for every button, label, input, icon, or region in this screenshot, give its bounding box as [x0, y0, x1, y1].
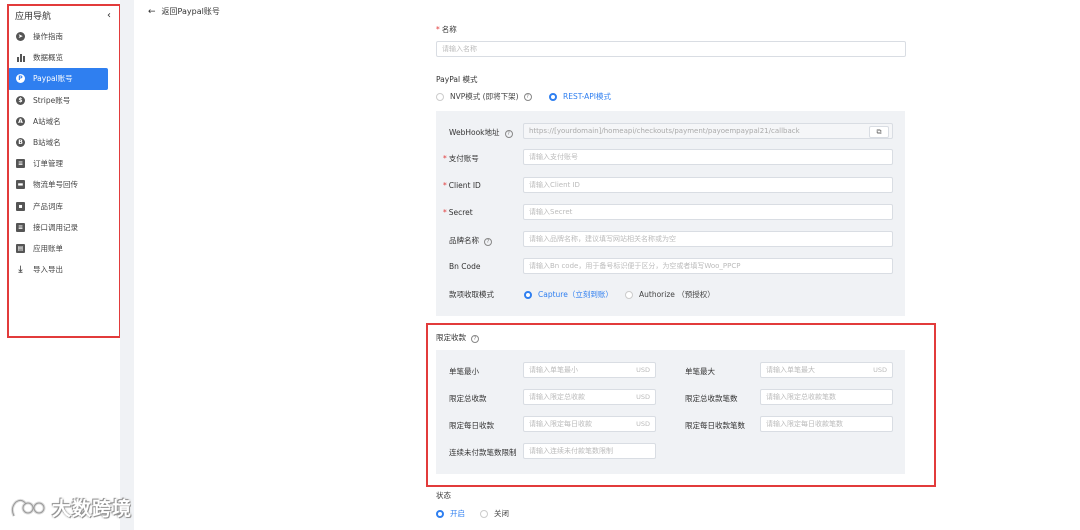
sidebar-item-label: 应用账单: [33, 243, 63, 253]
layout-gutter: [120, 0, 134, 530]
sidebar-item-bills[interactable]: ▤ 应用账单: [8, 238, 108, 259]
guide-icon: ➤: [16, 32, 25, 42]
max-label: 单笔最大: [685, 367, 715, 376]
capture-option-authorize[interactable]: Authorize （预授权）: [625, 289, 715, 300]
min-input[interactable]: 请输入单笔最小 USD: [523, 362, 656, 378]
stripe-icon: $: [16, 95, 25, 105]
status-option-on[interactable]: 开启: [436, 508, 465, 519]
mode-option-rest[interactable]: REST-API模式: [549, 91, 611, 102]
max-input[interactable]: 请输入单笔最大 USD: [760, 362, 893, 378]
truck-icon: ▬: [16, 180, 25, 190]
sidebar-item-orders[interactable]: ≡ 订单管理: [8, 153, 108, 174]
total-count-input[interactable]: 请输入限定总收款笔数: [760, 389, 893, 405]
mode-label: PayPal 模式: [436, 75, 478, 84]
sidebar-item-b-site[interactable]: B B站域名: [8, 132, 108, 153]
radio-selected-icon: [549, 92, 557, 101]
daily-count-label: 限定每日收款笔数: [685, 421, 745, 430]
sidebar-item-import-export[interactable]: ⤓ 导入导出: [8, 259, 108, 280]
webhook-label: WebHook地址?: [449, 127, 513, 138]
chevron-left-icon[interactable]: ‹: [107, 10, 111, 21]
daily-input[interactable]: 请输入限定每日收款 USD: [523, 416, 656, 432]
total-count-label: 限定总收款笔数: [685, 394, 738, 403]
client-id-input[interactable]: 请输入Client ID: [523, 177, 893, 193]
bn-code-input[interactable]: 请输入Bn code，用于备号标识便于区分，为空或者填写Woo_PPCP: [523, 258, 893, 274]
radio-selected-icon: [436, 509, 444, 518]
bn-code-label: Bn Code: [449, 262, 481, 271]
help-icon[interactable]: ?: [523, 92, 532, 101]
capture-option-capture[interactable]: Capture（立刻到账）: [524, 289, 613, 300]
status-option-off[interactable]: 关闭: [480, 508, 509, 519]
name-input[interactable]: 请输入名称: [436, 41, 906, 57]
sidebar-item-a-site[interactable]: A A站域名: [8, 111, 108, 132]
client-id-label: * Client ID: [443, 181, 481, 190]
product-icon: ▪: [16, 201, 25, 211]
clipboard-icon: ≡: [16, 159, 25, 169]
mode-option-nvp[interactable]: NVP模式 (即将下架) ?: [436, 91, 532, 102]
log-icon: ≡: [16, 222, 25, 232]
sidebar-item-label: 产品词库: [33, 201, 63, 211]
daily-label: 限定每日收款: [449, 421, 494, 430]
sidebar-item-label: 物流单号回传: [33, 180, 78, 190]
brand-label: 品牌名称?: [449, 235, 492, 246]
webhook-field: https://[yourdomain]/homeapi/checkouts/p…: [523, 123, 893, 139]
daily-count-input[interactable]: 请输入限定每日收款笔数: [760, 416, 893, 432]
paypal-icon: P: [16, 74, 25, 84]
sidebar-item-label: 数据概览: [33, 53, 63, 63]
bar-chart-icon: [16, 53, 25, 63]
arrow-left-icon: ←: [148, 6, 156, 17]
help-icon[interactable]: ?: [484, 238, 492, 246]
sidebar-item-label: 订单管理: [33, 159, 63, 169]
sidebar-item-products[interactable]: ▪ 产品词库: [8, 196, 108, 217]
sidebar-menu: ➤ 操作指南 数据概览 P Paypal账号 $ Stripe账号 A A站域名…: [8, 26, 108, 280]
sidebar-item-label: B站域名: [33, 138, 61, 148]
sidebar-item-stripe[interactable]: $ Stripe账号: [8, 90, 108, 111]
total-label: 限定总收款: [449, 394, 487, 403]
help-icon[interactable]: ?: [504, 130, 513, 138]
sidebar-item-api-logs[interactable]: ≡ 接口调用记录: [8, 217, 108, 238]
watermark-logo-icon: [10, 498, 46, 517]
back-button[interactable]: ← 返回Paypal账号: [148, 6, 220, 17]
sidebar-item-label: 导入导出: [33, 265, 63, 275]
sidebar-item-overview[interactable]: 数据概览: [8, 47, 108, 68]
secret-label: * Secret: [443, 208, 473, 217]
radio-selected-icon: [524, 290, 532, 299]
sidebar-header: 应用导航 ‹: [15, 9, 111, 22]
account-input[interactable]: 请输入支付账号: [523, 149, 893, 165]
sidebar-item-paypal[interactable]: P Paypal账号: [8, 68, 108, 90]
radio-icon: [625, 290, 633, 299]
sidebar-item-label: A站域名: [33, 116, 61, 126]
watermark: 大数跨境: [8, 494, 132, 521]
sidebar-item-label: Stripe账号: [33, 95, 71, 105]
radio-icon: [436, 92, 444, 101]
unpaid-limit-input[interactable]: 请输入连续未付款笔数限制: [523, 443, 656, 459]
top-bar: ← 返回Paypal账号: [134, 0, 1080, 26]
sidebar-title: 应用导航: [15, 11, 52, 22]
back-label: 返回Paypal账号: [161, 7, 220, 16]
watermark-text: 大数跨境: [52, 498, 133, 520]
copy-button[interactable]: ⧉: [869, 126, 889, 138]
sidebar-item-label: 接口调用记录: [33, 222, 78, 232]
name-label: * 名称: [436, 25, 457, 34]
a-site-icon: A: [16, 116, 25, 126]
total-input[interactable]: 请输入限定总收款 USD: [523, 389, 656, 405]
b-site-icon: B: [16, 138, 25, 148]
status-label: 状态: [436, 491, 451, 500]
sidebar-item-label: 操作指南: [33, 32, 63, 42]
unpaid-limit-label: 连续未付款笔数限制: [449, 448, 517, 457]
account-label: * 支付账号: [443, 154, 479, 163]
sidebar-item-label: Paypal账号: [33, 74, 73, 84]
help-icon[interactable]: ?: [471, 335, 479, 343]
radio-icon: [480, 509, 488, 518]
sidebar-item-logistics[interactable]: ▬ 物流单号回传: [8, 174, 108, 195]
secret-input[interactable]: 请输入Secret: [523, 204, 893, 220]
sidebar-item-guide[interactable]: ➤ 操作指南: [8, 26, 108, 47]
capture-mode-label: 款项收取模式: [449, 290, 494, 299]
limit-title: 限定收款?: [436, 332, 479, 343]
min-label: 单笔最小: [449, 367, 479, 376]
brand-input[interactable]: 请输入品牌名称，建议填写网站相关名称或为空: [523, 231, 893, 247]
sidebar: 应用导航 ‹ ➤ 操作指南 数据概览 P Paypal账号 $ Stripe账号…: [0, 0, 120, 530]
bill-icon: ▤: [16, 243, 25, 253]
download-icon: ⤓: [18, 264, 23, 275]
